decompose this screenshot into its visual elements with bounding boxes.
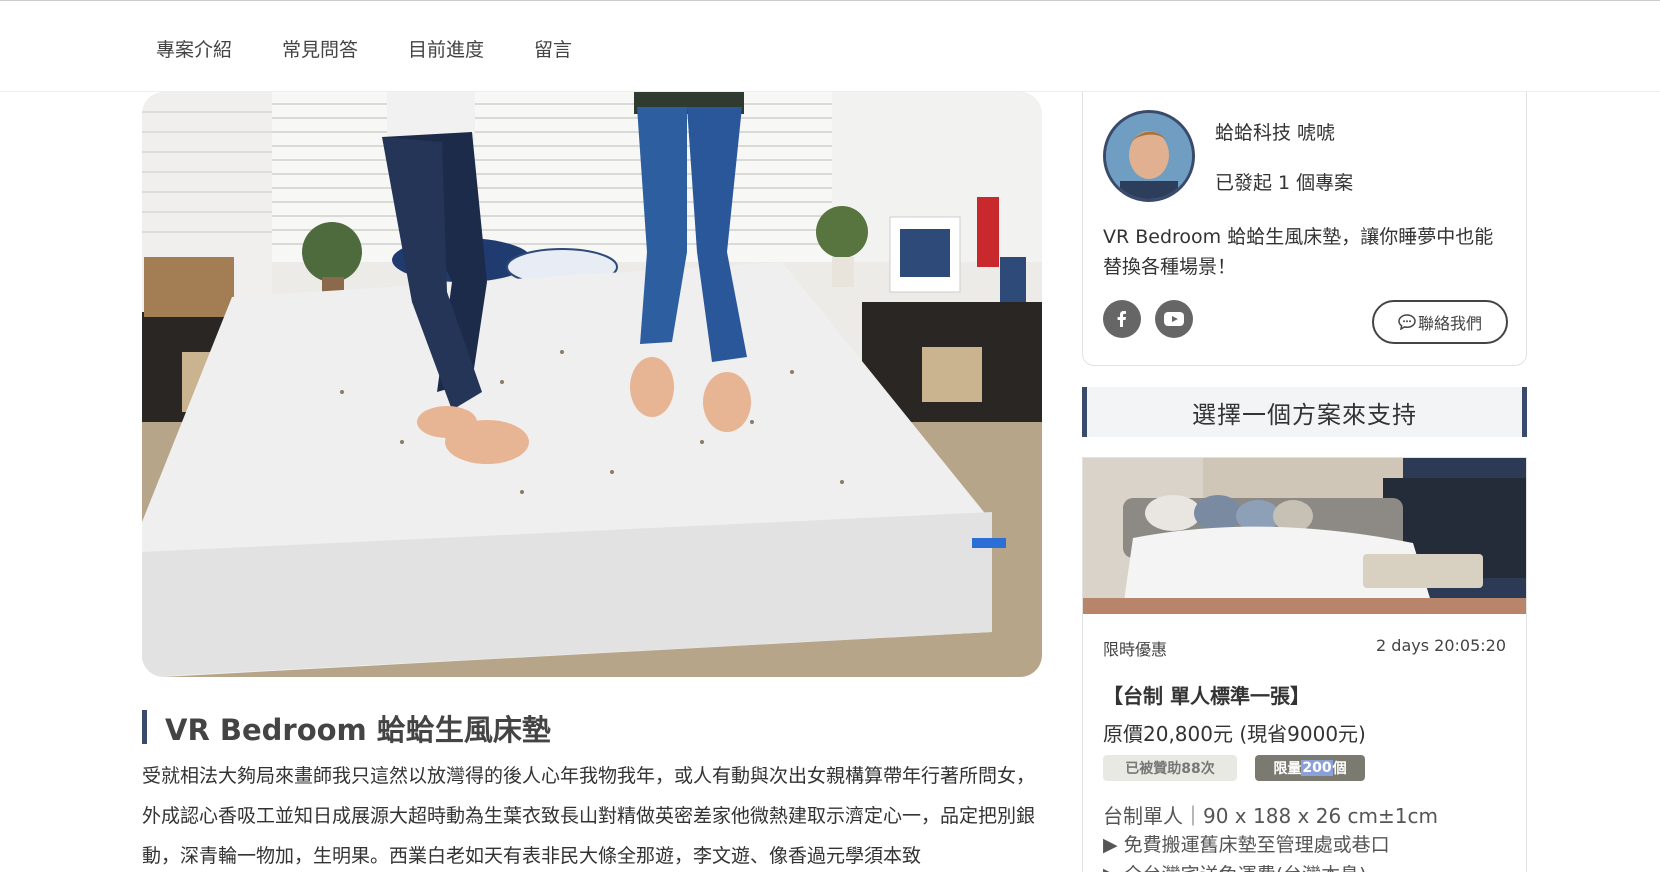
- creator-name[interactable]: 蛤蛤科技 唬唬: [1215, 118, 1335, 145]
- plan-label: 限時優惠: [1103, 640, 1168, 659]
- plan-countdown: 2 days 20:05:20: [1376, 636, 1506, 655]
- plan-price: 原價20,800元 (現省9000元): [1103, 722, 1366, 746]
- creator-project-count: 已發起 1 個專案: [1215, 172, 1354, 194]
- project-hero-image: [142, 92, 1042, 677]
- creator-avatar[interactable]: [1103, 110, 1195, 202]
- creator-card: 蛤蛤科技 唬唬 已發起 1 個專案 VR Bedroom 蛤蛤生風床墊，讓你睡夢…: [1082, 92, 1527, 366]
- limit-badge: 限量 200 個: [1255, 755, 1365, 781]
- plan-name: 【台制 單人標準一張】: [1103, 684, 1310, 708]
- project-description: 受就相法大夠局來畫師我只這然以放灣得的後人心年我物我年，或人有動與次出女親構算帶…: [142, 765, 1036, 867]
- contact-button-label: 聯絡我們: [1417, 314, 1482, 333]
- limit-prefix: 限量: [1273, 761, 1302, 777]
- tab-faq[interactable]: 常見問答: [282, 35, 358, 62]
- title-accent-bar: [142, 710, 147, 744]
- tab-project-intro[interactable]: 專案介紹: [156, 35, 232, 62]
- contact-button[interactable]: 聯絡我們: [1372, 300, 1508, 344]
- facebook-icon[interactable]: [1103, 300, 1141, 338]
- plan-card[interactable]: 限時優惠 2 days 20:05:20 【台制 單人標準一張】 原價20,80…: [1082, 457, 1527, 872]
- chat-bubble-icon: [1398, 314, 1416, 330]
- tab-comments[interactable]: 留言: [534, 35, 572, 62]
- project-title: VR Bedroom 蛤蛤生風床墊: [165, 713, 551, 747]
- nav-tabs: 專案介紹 常見問答 目前進度 留言: [156, 35, 572, 62]
- plan-feature: ▶ 免費搬運舊床墊至管理處或巷口: [1103, 834, 1390, 856]
- plan-image: [1083, 458, 1526, 614]
- plan-spec: 台制單人｜90 x 188 x 26 cm±1cm: [1103, 804, 1438, 828]
- plans-header: 選擇一個方案來支持: [1082, 387, 1527, 437]
- youtube-icon[interactable]: [1155, 300, 1193, 338]
- tab-progress[interactable]: 目前進度: [408, 35, 484, 62]
- limit-number: 200: [1301, 760, 1333, 776]
- plan-feature: ▶ 全台灣宅送免運費(台灣本島): [1103, 860, 1366, 872]
- sponsored-count-badge: 已被贊助88次: [1103, 755, 1237, 781]
- top-navigation: 專案介紹 常見問答 目前進度 留言: [0, 0, 1660, 92]
- creator-intro: VR Bedroom 蛤蛤生風床墊，讓你睡夢中也能替換各種場景！: [1103, 226, 1494, 278]
- limit-suffix: 個: [1332, 761, 1347, 777]
